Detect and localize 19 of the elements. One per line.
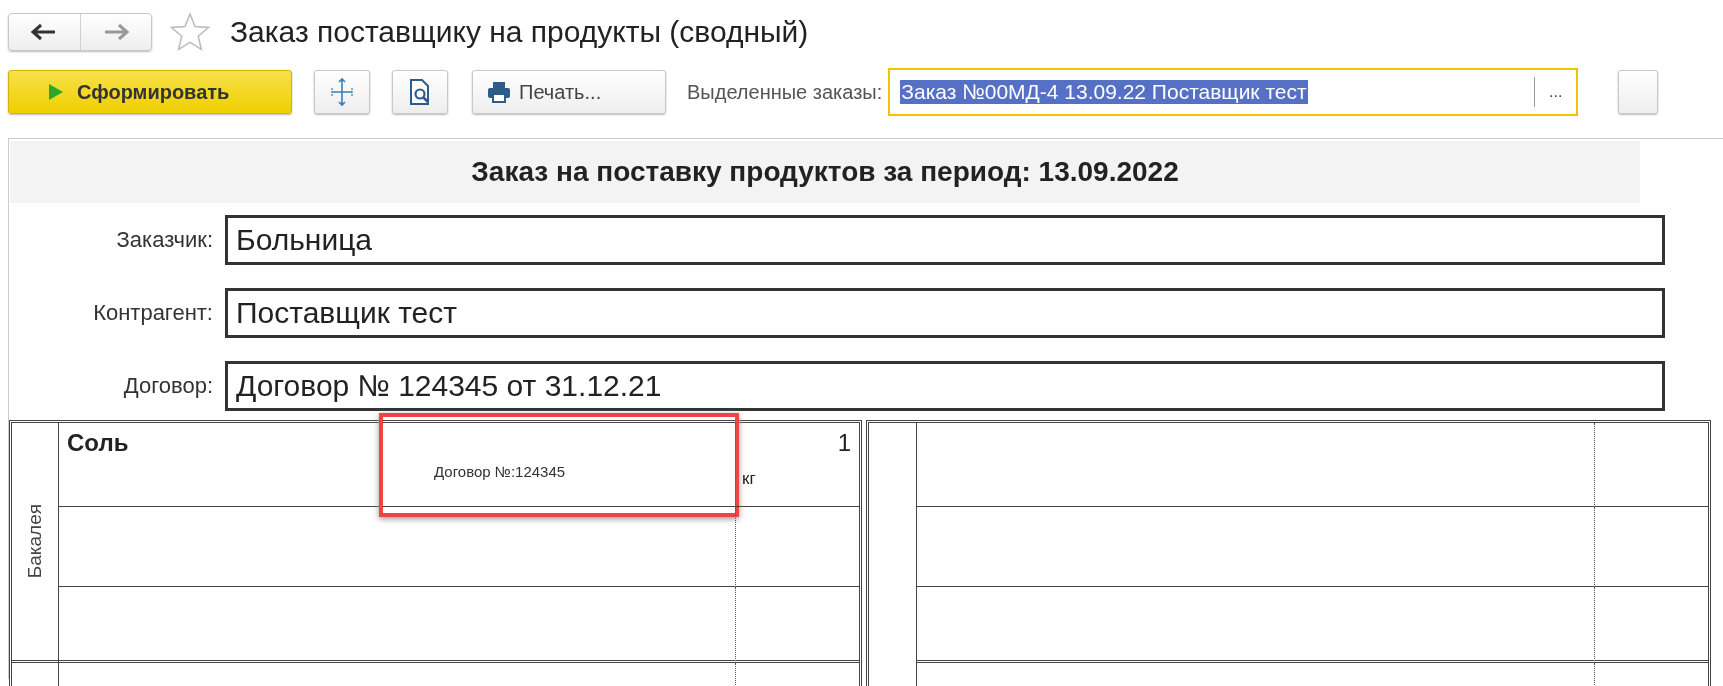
- field-value: Договор № 124345 от 31.12.21: [225, 360, 1665, 411]
- generate-button[interactable]: Сформировать: [8, 70, 292, 114]
- choose-button[interactable]: ...: [1534, 77, 1577, 107]
- field-value: Заказ №00МД-4 13.09.22 Поставщик тест: [900, 80, 1308, 104]
- field-value: Больница: [225, 214, 1665, 265]
- window-title: Заказ поставщику на продукты (сводный): [230, 15, 809, 49]
- unit: кг: [742, 469, 756, 489]
- report-title: Заказ на поставку продуктов за период: 13.09.2022: [10, 141, 1640, 203]
- print-button[interactable]: Печать...: [472, 70, 666, 114]
- group-label: Бакалея: [24, 504, 46, 579]
- field-label: Договор:: [122, 372, 214, 399]
- product-name: Соль: [67, 429, 129, 457]
- field-label: Выделенные заказы:: [687, 80, 883, 104]
- quantity: 1: [837, 429, 851, 457]
- field-label: Контрагент:: [92, 299, 214, 326]
- orders-field[interactable]: Заказ №00МД-4 13.09.22 Поставщик тест ...: [888, 68, 1579, 116]
- field-value: Поставщик тест: [225, 287, 1665, 338]
- field-label: Заказчик:: [115, 226, 214, 253]
- contract-note: Договор №:124345: [434, 463, 566, 480]
